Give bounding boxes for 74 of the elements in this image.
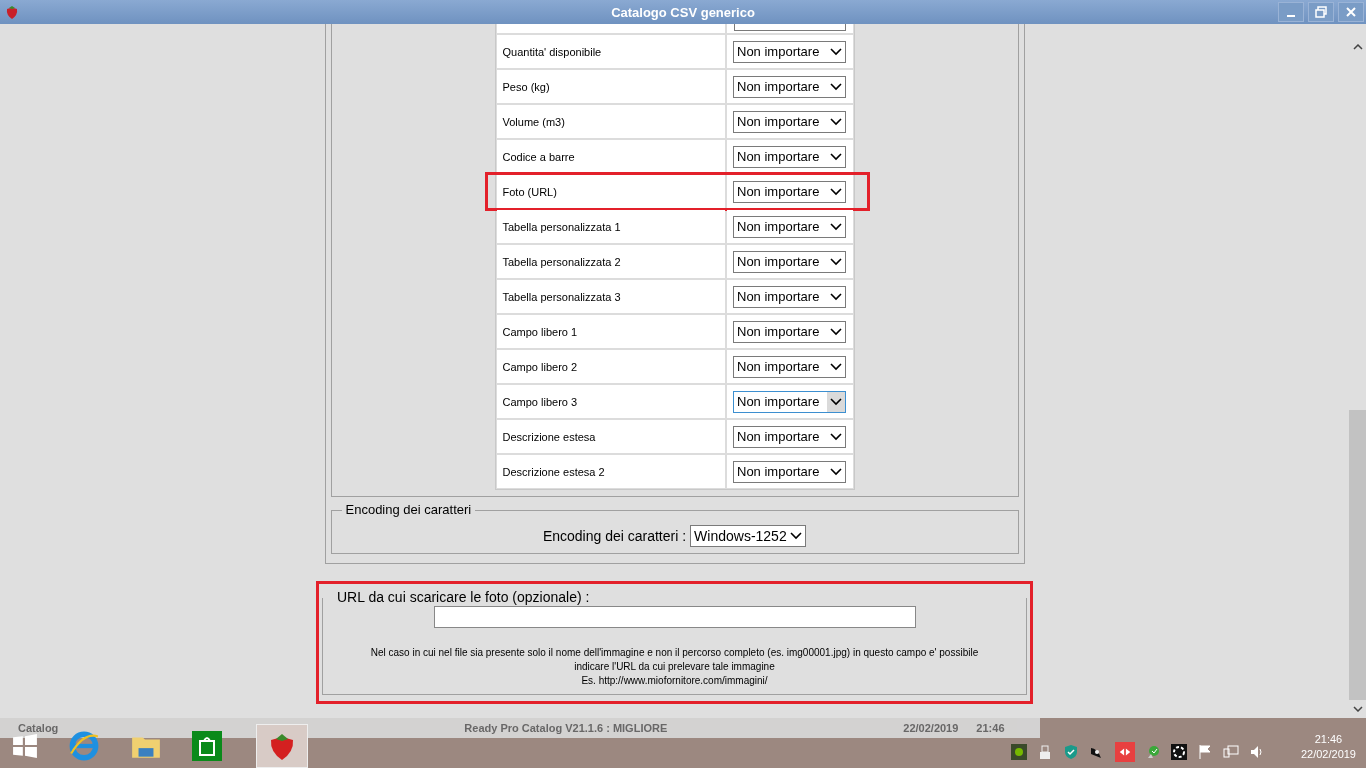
- field-label: Quantita' disponibile: [496, 35, 725, 68]
- help-text: Nel caso in cui nel file sia presente solo il nome dell'immagine e non il percorso completo (es. img00001.jpg) in questo campo e' possibile: [370, 646, 979, 660]
- caret-icon: [830, 47, 842, 56]
- caret-icon: [830, 222, 842, 231]
- minimize-icon: [1287, 15, 1295, 17]
- window-title: Catalogo CSV generico: [610, 4, 756, 20]
- restore-icon: [1315, 6, 1327, 18]
- strawberry-icon: [4, 4, 20, 20]
- help-text: indicare l'URL da cui prelevare tale immagine: [574, 660, 775, 674]
- shield-icon[interactable]: [1062, 744, 1079, 760]
- network-icon[interactable]: [1222, 744, 1239, 760]
- graphics-icon[interactable]: [1010, 744, 1027, 760]
- help-text: Es. http://www.miofornitore.com/immagini/: [581, 674, 768, 688]
- windows-start-icon[interactable]: [12, 733, 38, 759]
- status-version: Ready Pro Catalog V21.1.6 : MIGLIORE: [463, 722, 669, 734]
- dropdown[interactable]: [733, 24, 846, 31]
- status-module: Catalog: [17, 722, 60, 734]
- dropdown[interactable]: Non importare: [733, 75, 846, 98]
- group-legend: Encoding dei caratteri: [341, 502, 476, 517]
- volume-icon[interactable]: [1248, 744, 1265, 760]
- field-label: Volume (m3): [496, 105, 725, 138]
- scroll-up-icon[interactable]: [1352, 44, 1363, 50]
- scroll-down-icon[interactable]: [1352, 706, 1363, 712]
- field-label: Campo libero 3: [496, 385, 725, 418]
- dropdown[interactable]: Non importare: [733, 425, 846, 448]
- caret-icon: [827, 391, 845, 412]
- dropdown[interactable]: Non importare: [733, 180, 846, 203]
- dropdown[interactable]: Non importare: [733, 320, 846, 343]
- dropdown[interactable]: Non importare: [733, 110, 846, 133]
- aperture-icon[interactable]: [1170, 744, 1187, 760]
- field-label: Foto (URL): [496, 175, 725, 208]
- store-icon[interactable]: [192, 731, 222, 761]
- caret-icon: [830, 327, 842, 336]
- flag-icon[interactable]: [1196, 744, 1213, 760]
- close-icon: [1346, 7, 1356, 17]
- dropdown[interactable]: Non importare: [733, 285, 846, 308]
- browser-icon[interactable]: [68, 730, 100, 762]
- minimize-button[interactable]: [1278, 2, 1304, 22]
- field-label: Codice a barre: [496, 140, 725, 173]
- caret-icon: [790, 532, 803, 540]
- dropdown[interactable]: Non importare: [733, 250, 846, 273]
- status-date: 22/02/2019: [902, 722, 960, 734]
- tray-app-button[interactable]: [1114, 742, 1135, 762]
- restore-button[interactable]: [1308, 2, 1334, 22]
- dropdown[interactable]: Non importare: [733, 355, 846, 378]
- field-label: Peso (kg): [496, 70, 725, 103]
- dropdown[interactable]: Non importare: [733, 40, 846, 63]
- caret-icon: [830, 82, 842, 91]
- dropdown[interactable]: Non importare: [733, 390, 846, 413]
- encoding-label: Encoding dei caratteri :: [542, 528, 687, 544]
- caret-icon: [830, 292, 842, 301]
- encoding-dropdown[interactable]: Windows-1252: [690, 525, 807, 547]
- field-label: Tabella personalizzata 2: [496, 245, 725, 278]
- field-label: Descrizione estesa 2: [496, 455, 725, 488]
- url-input-field[interactable]: [433, 606, 916, 628]
- caret-icon: [830, 257, 842, 266]
- caret-icon: [830, 187, 842, 196]
- dropdown[interactable]: Non importare: [733, 460, 846, 483]
- field-label: Tabella personalizzata 1: [496, 210, 725, 243]
- caret-icon: [830, 117, 842, 126]
- dropdown[interactable]: Non importare: [733, 145, 846, 168]
- caret-icon: [830, 432, 842, 441]
- field-label: Tabella personalizzata 3: [496, 280, 725, 313]
- dropdown[interactable]: Non importare: [733, 215, 846, 238]
- caret-icon: [830, 152, 842, 161]
- caret-icon: [830, 467, 842, 476]
- taskbar-app-button[interactable]: [256, 724, 308, 768]
- scroll-thumb[interactable]: [1349, 410, 1366, 700]
- close-button[interactable]: [1338, 2, 1364, 22]
- field-label: Descrizione estesa: [496, 420, 725, 453]
- field-label: Campo libero 1: [496, 315, 725, 348]
- status-time: 21:46: [976, 722, 1006, 734]
- field-label: Campo libero 2: [496, 350, 725, 383]
- caret-icon: [830, 362, 842, 371]
